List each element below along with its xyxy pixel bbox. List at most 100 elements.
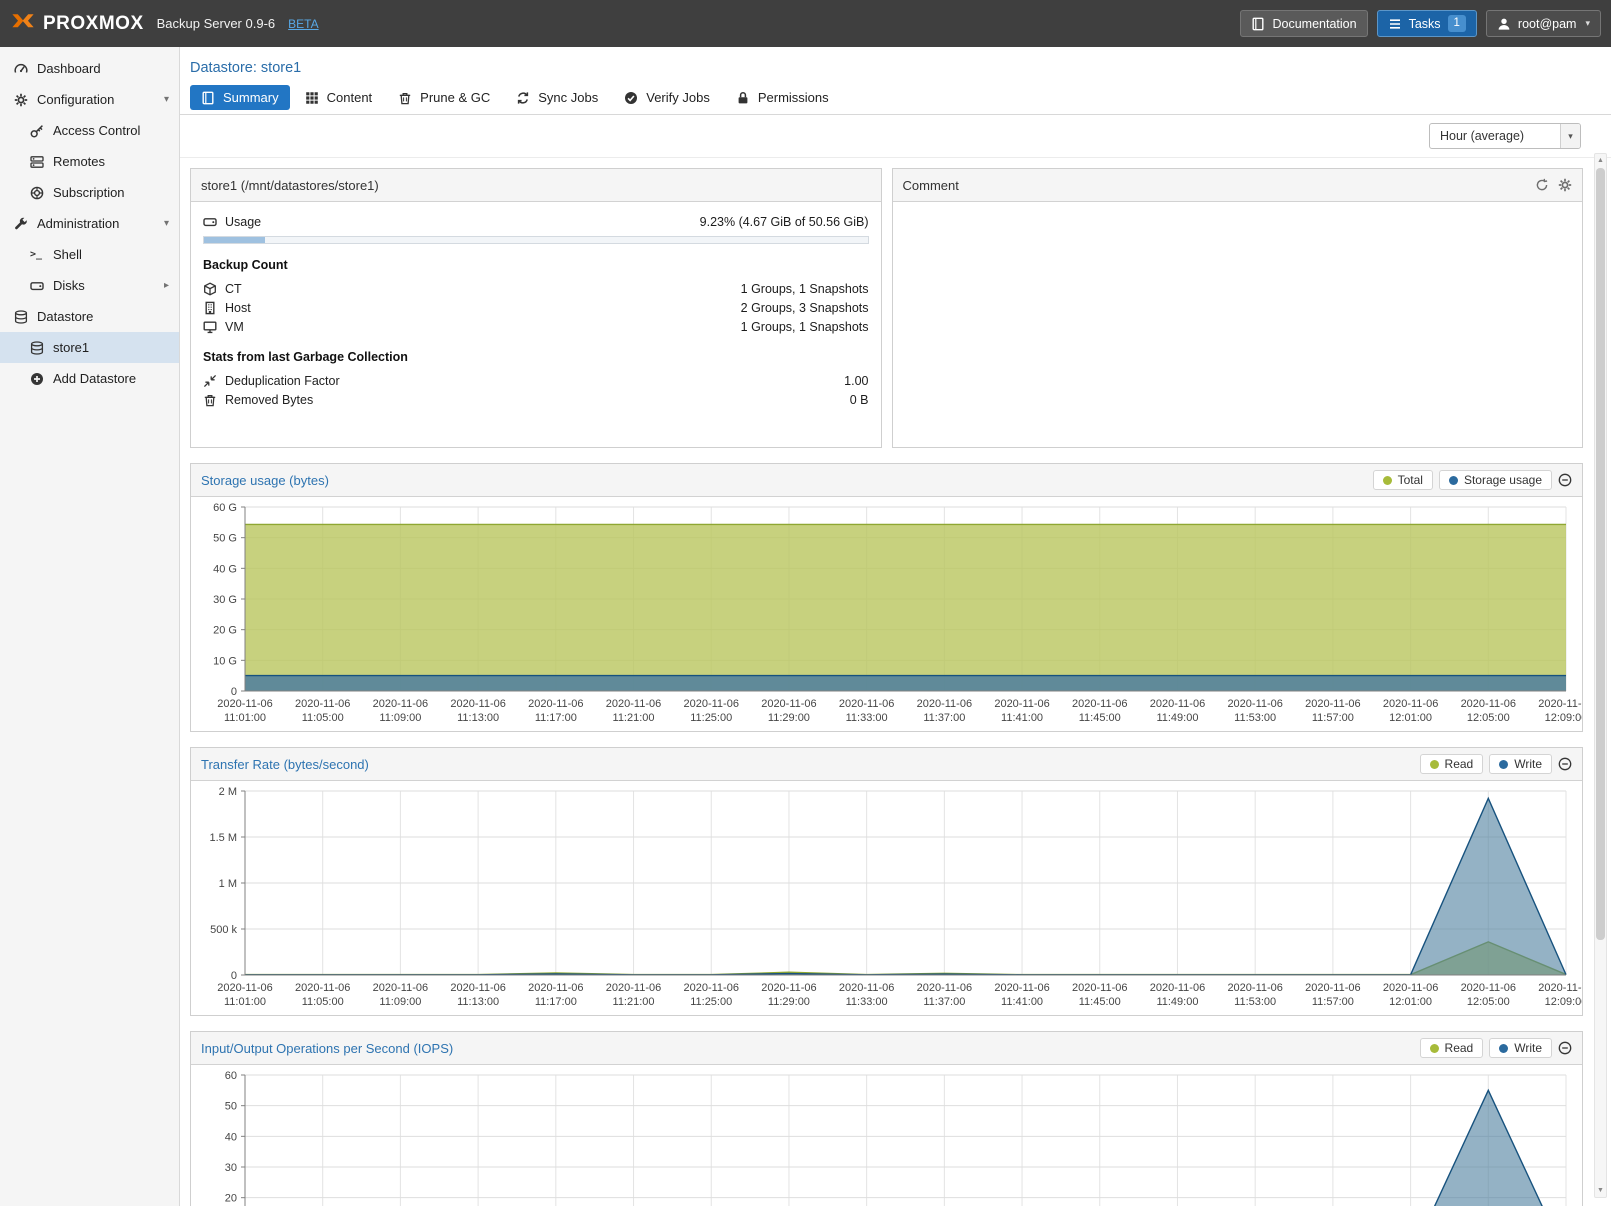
legend-write[interactable]: Write <box>1489 754 1552 774</box>
product-version: Backup Server 0.9-6 <box>157 16 276 31</box>
comment-body[interactable] <box>893 202 1583 447</box>
tab-prune-gc[interactable]: Prune & GC <box>387 85 501 110</box>
sidebar-item-store1[interactable]: store1 <box>0 332 179 363</box>
sidebar-item-add-datastore[interactable]: Add Datastore <box>0 363 179 394</box>
desktop-icon <box>203 320 217 334</box>
legend-read[interactable]: Read <box>1420 754 1484 774</box>
svg-text:2020-11-0611:09:00: 2020-11-0611:09:00 <box>373 698 428 724</box>
vertical-scrollbar[interactable]: ▲ ▼ <box>1594 153 1607 1198</box>
svg-text:2020-11-0611:17:00: 2020-11-0611:17:00 <box>528 698 583 724</box>
svg-text:2020-11-0611:21:00: 2020-11-0611:21:00 <box>606 698 661 724</box>
chart-toolbar: Hour (average) ▾ <box>180 115 1611 158</box>
svg-text:2020-11-0611:45:00: 2020-11-0611:45:00 <box>1072 982 1127 1008</box>
sidebar-item-access-control[interactable]: Access Control <box>0 115 179 146</box>
sidebar-item-configuration[interactable]: Configuration ▾ <box>0 84 179 115</box>
svg-text:2020-11-0611:45:00: 2020-11-0611:45:00 <box>1072 698 1127 724</box>
refresh-icon[interactable] <box>1535 178 1549 192</box>
cube-icon <box>203 282 217 296</box>
tab-verify-jobs[interactable]: Verify Jobs <box>613 85 721 110</box>
grid-icon <box>305 91 319 105</box>
scroll-down-icon[interactable]: ▼ <box>1595 1184 1606 1197</box>
sidebar-item-dashboard[interactable]: Dashboard <box>0 53 179 84</box>
iops-panel: Input/Output Operations per Second (IOPS… <box>190 1031 1583 1206</box>
svg-text:60 G: 60 G <box>213 502 237 514</box>
vm-count-value: 1 Groups, 1 Snapshots <box>741 320 869 334</box>
read-series-dot <box>1430 1044 1439 1053</box>
svg-text:20 G: 20 G <box>213 625 237 637</box>
svg-text:2020-11-0611:37:00: 2020-11-0611:37:00 <box>917 982 972 1008</box>
svg-text:2020-11-0611:53:00: 2020-11-0611:53:00 <box>1227 698 1282 724</box>
collapse-icon[interactable] <box>1558 473 1572 487</box>
sidebar-item-disks[interactable]: Disks ▸ <box>0 270 179 301</box>
gauge-icon <box>14 62 28 76</box>
check-circle-icon <box>624 91 638 105</box>
chevron-down-icon: ▾ <box>1560 124 1580 148</box>
tab-summary[interactable]: Summary <box>190 85 290 110</box>
user-label: root@pam <box>1518 17 1577 31</box>
svg-text:2020-11-0611:13:00: 2020-11-0611:13:00 <box>450 982 505 1008</box>
storage-usage-panel: Storage usage (bytes) Total Storage usag… <box>190 463 1583 732</box>
svg-text:2020-11-0611:05:00: 2020-11-0611:05:00 <box>295 698 350 724</box>
key-icon <box>30 124 44 138</box>
tasks-list-icon <box>1388 17 1402 31</box>
proxmox-logo-text: PROXMOX <box>43 13 144 35</box>
collapse-icon[interactable] <box>1558 757 1572 771</box>
documentation-button[interactable]: Documentation <box>1240 10 1367 37</box>
usage-value: 9.23% (4.67 GiB of 50.56 GiB) <box>700 215 869 229</box>
panel-title: store1 (/mnt/datastores/store1) <box>201 178 379 193</box>
svg-text:2020-11-0611:41:00: 2020-11-0611:41:00 <box>994 982 1049 1008</box>
lock-icon <box>736 91 750 105</box>
terminal-icon: >_ <box>30 249 44 260</box>
svg-text:2020-11-0611:57:00: 2020-11-0611:57:00 <box>1305 982 1360 1008</box>
svg-text:2020-11-0612:01:00: 2020-11-0612:01:00 <box>1383 982 1438 1008</box>
svg-text:500 k: 500 k <box>210 924 237 936</box>
svg-text:2020-11-0612:01:00: 2020-11-0612:01:00 <box>1383 698 1438 724</box>
sync-icon <box>516 91 530 105</box>
trash-icon <box>398 91 412 105</box>
user-menu-button[interactable]: root@pam ▾ <box>1486 10 1601 37</box>
svg-text:60: 60 <box>225 1070 237 1082</box>
trash-icon <box>203 393 217 407</box>
gear-icon[interactable] <box>1558 178 1572 192</box>
chart-title: Input/Output Operations per Second (IOPS… <box>201 1041 453 1056</box>
scroll-up-icon[interactable]: ▲ <box>1595 154 1606 167</box>
host-count-value: 2 Groups, 3 Snapshots <box>741 301 869 315</box>
chevron-down-icon: ▾ <box>1585 18 1590 29</box>
legend-write[interactable]: Write <box>1489 1038 1552 1058</box>
tab-permissions[interactable]: Permissions <box>725 85 840 110</box>
legend-storage-usage[interactable]: Storage usage <box>1439 470 1552 490</box>
sidebar-item-datastore[interactable]: Datastore <box>0 301 179 332</box>
svg-text:1.5 M: 1.5 M <box>209 832 237 844</box>
plus-circle-icon <box>30 372 44 386</box>
tab-content[interactable]: Content <box>294 85 384 110</box>
tasks-button[interactable]: Tasks 1 <box>1377 10 1477 37</box>
svg-text:2020-11-0611:37:00: 2020-11-0611:37:00 <box>917 698 972 724</box>
sidebar-item-shell[interactable]: >_ Shell <box>0 239 179 270</box>
page-title: Datastore: store1 <box>180 47 1611 85</box>
beta-link[interactable]: BETA <box>288 17 318 31</box>
svg-text:2020-11-0611:21:00: 2020-11-0611:21:00 <box>606 982 661 1008</box>
summary-content: store1 (/mnt/datastores/store1) Usage 9.… <box>180 158 1611 1206</box>
sidebar-item-subscription[interactable]: Subscription <box>0 177 179 208</box>
svg-text:2020-11-0611:53:00: 2020-11-0611:53:00 <box>1227 982 1282 1008</box>
time-range-select[interactable]: Hour (average) ▾ <box>1429 123 1581 149</box>
svg-text:2020-11-0612:09:00: 2020-11-0612:09:00 <box>1538 698 1582 724</box>
scrollbar-thumb[interactable] <box>1596 168 1605 940</box>
svg-text:2020-11-0612:05:00: 2020-11-0612:05:00 <box>1461 698 1516 724</box>
legend-total[interactable]: Total <box>1373 470 1433 490</box>
wrench-icon <box>14 217 28 231</box>
sidebar-item-administration[interactable]: Administration ▾ <box>0 208 179 239</box>
usage-label: Usage <box>225 215 261 229</box>
panel-title: Comment <box>903 178 959 193</box>
svg-text:2020-11-0611:33:00: 2020-11-0611:33:00 <box>839 982 894 1008</box>
tab-sync-jobs[interactable]: Sync Jobs <box>505 85 609 110</box>
storage-usage-chart: 010 G20 G30 G40 G50 G60 G2020-11-0611:01… <box>191 497 1582 731</box>
brand: PROXMOX Backup Server 0.9-6 BETA <box>10 11 319 37</box>
removed-bytes-value: 0 B <box>850 393 869 407</box>
legend-read[interactable]: Read <box>1420 1038 1484 1058</box>
sidebar-item-remotes[interactable]: Remotes <box>0 146 179 177</box>
hdd-icon <box>30 279 44 293</box>
chart-title: Storage usage (bytes) <box>201 473 329 488</box>
gc-stats-heading: Stats from last Garbage Collection <box>203 350 869 364</box>
collapse-icon[interactable] <box>1558 1041 1572 1055</box>
